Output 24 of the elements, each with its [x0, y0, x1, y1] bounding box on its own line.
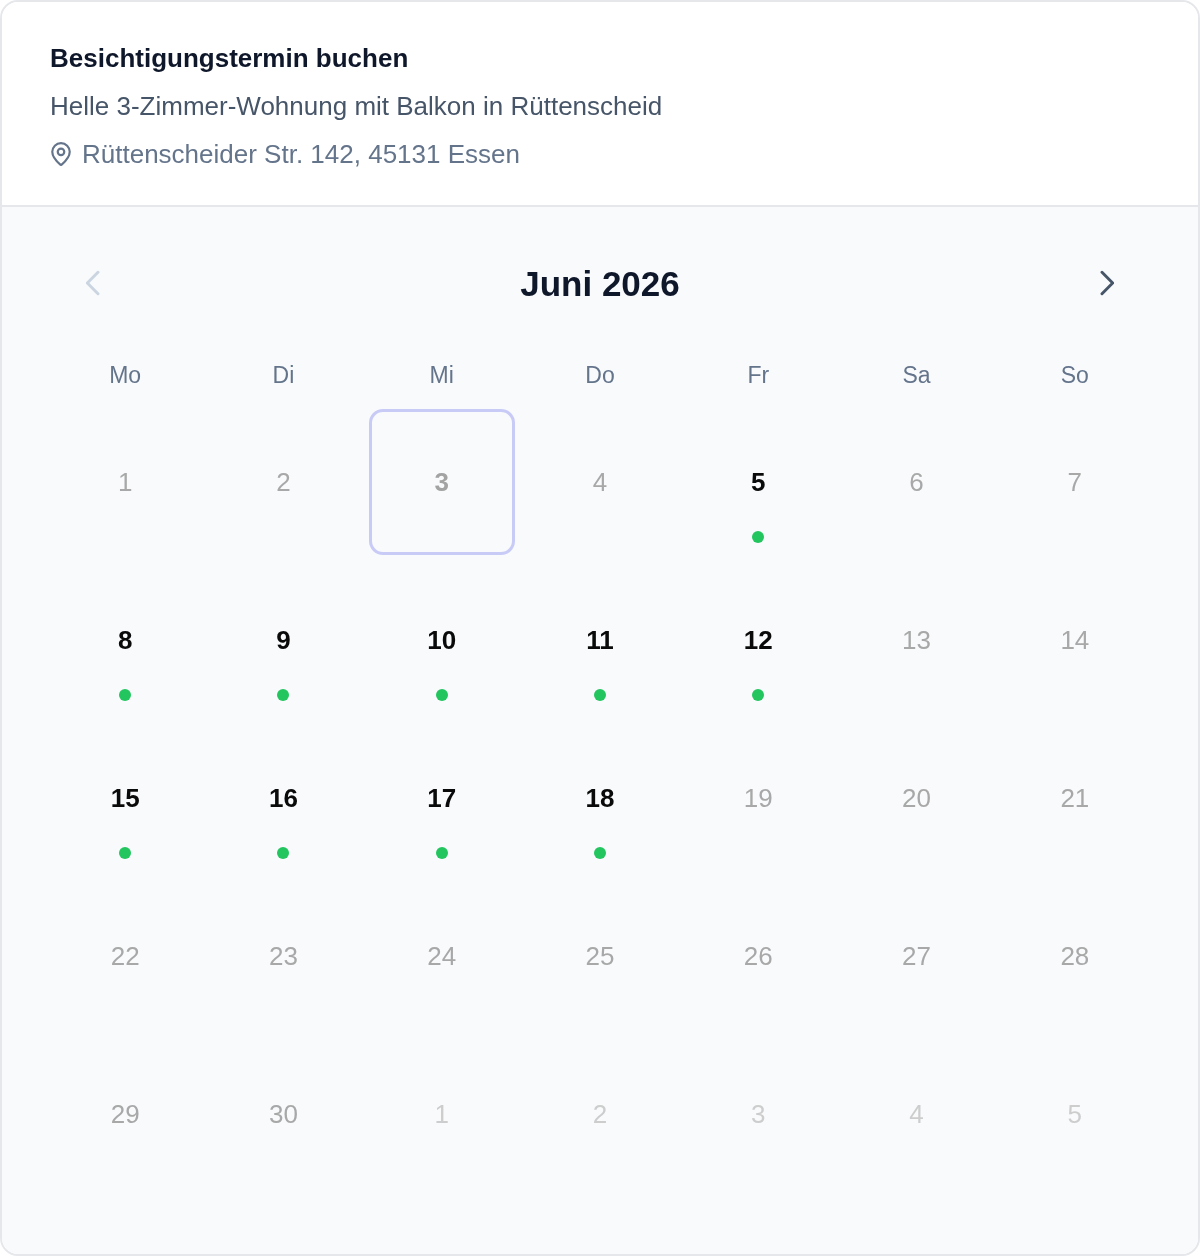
calendar-day[interactable]: 8: [52, 567, 199, 713]
weekday-label: Mo: [109, 363, 142, 387]
calendar-day[interactable]: 11: [526, 567, 674, 713]
weekday-label: Mi: [429, 363, 454, 387]
calendar-day[interactable]: 15: [52, 725, 199, 871]
month-title: Juni 2026: [520, 265, 680, 301]
chevron-right-icon: [1098, 269, 1114, 297]
calendar-day[interactable]: 18: [526, 725, 674, 871]
calendar-day[interactable]: 12: [685, 567, 832, 713]
calendar-day[interactable]: 17: [368, 725, 515, 871]
weekday-label: Di: [272, 363, 295, 387]
chevron-left-icon: [86, 269, 102, 297]
calendar-day[interactable]: 16: [210, 725, 357, 871]
map-pin-icon: [50, 142, 72, 166]
weekday-label: So: [1060, 363, 1089, 387]
booking-title: Besichtigungstermin buchen: [50, 42, 410, 75]
weekday-label: Do: [585, 363, 615, 387]
weekday-label: Sa: [902, 363, 931, 387]
calendar-day[interactable]: 10: [368, 567, 515, 713]
weekday-label: Fr: [747, 363, 770, 387]
listing-title: Helle 3-Zimmer-Wohnung mit Balkon in Rüttenscheid: [50, 90, 664, 123]
calendar-day[interactable]: 5: [685, 409, 832, 555]
calendar-day[interactable]: 9: [210, 567, 357, 713]
listing-address: Rüttenscheider Str. 142, 45131 Essen: [82, 138, 520, 171]
